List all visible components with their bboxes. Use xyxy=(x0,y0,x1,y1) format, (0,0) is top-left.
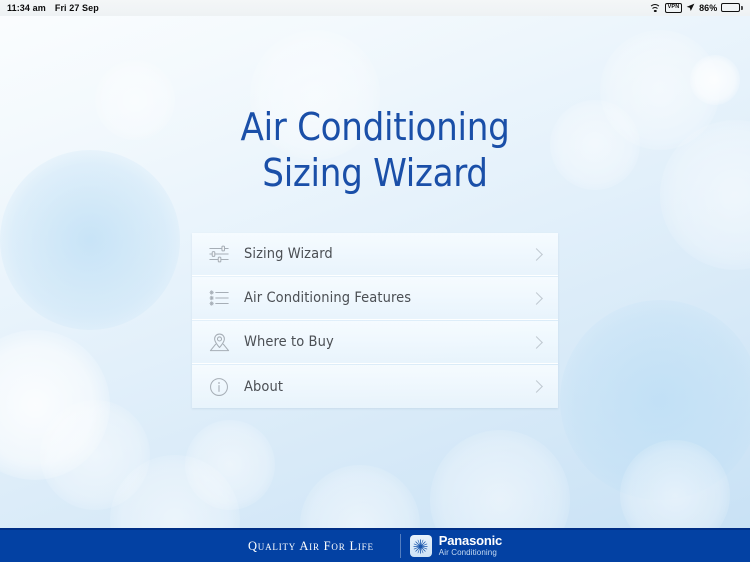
status-time: 11:34 am xyxy=(7,3,46,13)
wifi-icon xyxy=(649,3,662,13)
status-bar-left: 11:34 am Fri 27 Sep xyxy=(7,3,99,13)
status-date: Fri 27 Sep xyxy=(54,3,99,13)
footer-content: Quality Air For Life Panasonic Air Condi… xyxy=(247,534,502,558)
brand-subtitle: Air Conditioning xyxy=(438,548,497,558)
snowflake-icon xyxy=(409,535,432,557)
bokeh-circle xyxy=(185,420,275,510)
chevron-right-icon xyxy=(530,291,544,305)
battery-icon xyxy=(721,3,743,13)
bokeh-circle xyxy=(0,330,110,480)
chevron-right-icon xyxy=(530,380,544,394)
chevron-right-icon xyxy=(530,247,544,261)
menu-item-label: Where to Buy xyxy=(244,334,334,350)
footer-bar: Quality Air For Life Panasonic Air Condi… xyxy=(0,528,750,562)
menu-item-where-to-buy[interactable]: Where to Buy xyxy=(192,321,558,364)
menu-item-label: Sizing Wizard xyxy=(244,246,333,262)
menu-item-about[interactable]: About xyxy=(192,365,558,408)
menu-item-label: About xyxy=(244,378,284,395)
list-icon xyxy=(204,283,234,313)
page-title-line2: Sizing Wizard xyxy=(262,151,488,195)
brand-name: Panasonic xyxy=(438,533,503,549)
vpn-badge-icon: VPN xyxy=(664,2,683,14)
brand-lockup: Panasonic Air Conditioning xyxy=(399,534,502,558)
main-menu-list: Sizing Wizard Air Conditioning Features … xyxy=(192,233,558,408)
bokeh-circle xyxy=(560,300,750,500)
app-screen: 11:34 am Fri 27 Sep VPN 86% Air Conditio… xyxy=(0,0,750,562)
bokeh-circle xyxy=(40,400,150,510)
info-circle-icon xyxy=(204,372,234,402)
footer-tagline: Quality Air For Life xyxy=(247,538,374,553)
status-bar-right: VPN 86% xyxy=(649,2,743,14)
menu-item-label: Air Conditioning Features xyxy=(244,290,412,306)
menu-item-sizing-wizard[interactable]: Sizing Wizard xyxy=(192,233,558,276)
brand-text: Panasonic Air Conditioning xyxy=(439,534,502,557)
status-bar: 11:34 am Fri 27 Sep VPN 86% xyxy=(0,0,750,16)
page-title-line1: Air Conditioning xyxy=(240,105,510,149)
chevron-right-icon xyxy=(530,335,544,349)
battery-percent: 86% xyxy=(699,2,718,13)
map-pin-icon xyxy=(204,327,234,357)
page-title: Air Conditioning Sizing Wizard xyxy=(0,104,750,196)
bokeh-circle xyxy=(690,55,740,105)
location-arrow-icon xyxy=(686,3,695,12)
menu-item-air-conditioning-features[interactable]: Air Conditioning Features xyxy=(192,277,558,320)
sliders-icon xyxy=(204,239,234,269)
